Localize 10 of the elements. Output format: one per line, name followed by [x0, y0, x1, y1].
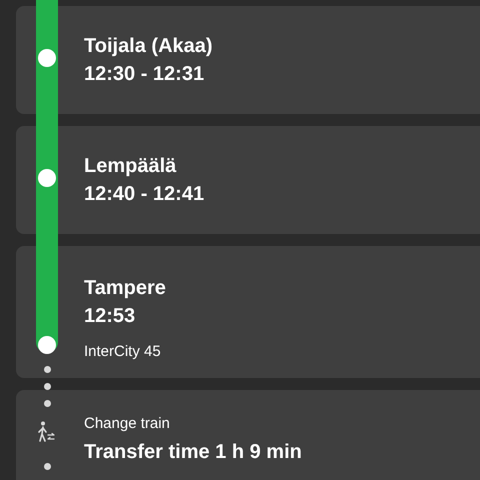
transfer-duration: Transfer time 1 h 9 min — [84, 440, 303, 465]
stop-time: 12:53 — [84, 304, 136, 329]
walking-person-icon — [36, 421, 56, 443]
station-name: Lempäälä — [84, 154, 178, 179]
station-name: Toijala (Akaa) — [84, 34, 214, 59]
train-name: InterCity 45 — [84, 342, 162, 362]
transfer-label: Change train — [84, 414, 171, 434]
stop-time: 12:30 - 12:31 — [84, 62, 206, 87]
stop-time: 12:40 - 12:41 — [84, 182, 206, 207]
station-name: Tampere — [84, 276, 167, 301]
